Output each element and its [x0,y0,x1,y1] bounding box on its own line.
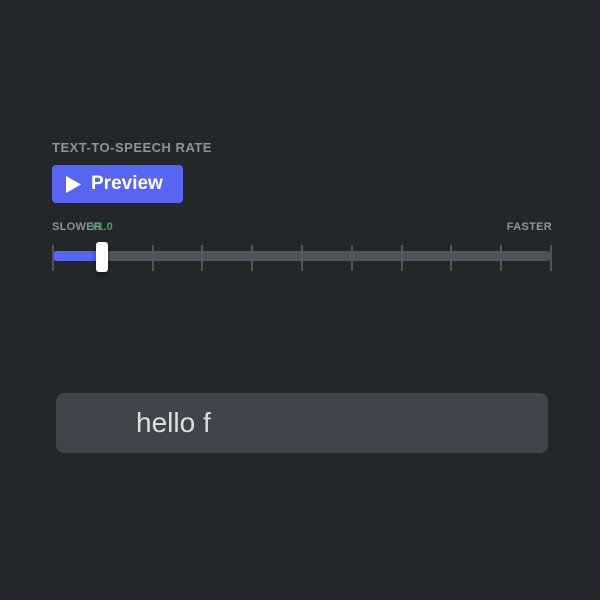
slider-tick [550,245,552,271]
slider-tick [301,245,303,271]
slider-tick [152,245,154,271]
slider-ticks [52,245,552,277]
tts-rate-header: TEXT-TO-SPEECH RATE [52,140,552,155]
tts-rate-slider[interactable]: x1.0 [52,239,552,285]
slider-thumb[interactable] [96,242,108,272]
slider-tick [251,245,253,271]
slider-tick [351,245,353,271]
play-icon [66,176,81,193]
slider-tick [401,245,403,271]
preview-button[interactable]: Preview [52,165,183,203]
slider-tick [500,245,502,271]
slider-tick [52,245,54,271]
slider-value-bubble: x1.0 [91,221,112,233]
slider-faster-label: FASTER [507,221,552,233]
message-input[interactable] [56,393,548,453]
slider-tick [450,245,452,271]
slider-tick [201,245,203,271]
preview-button-label: Preview [91,173,163,195]
